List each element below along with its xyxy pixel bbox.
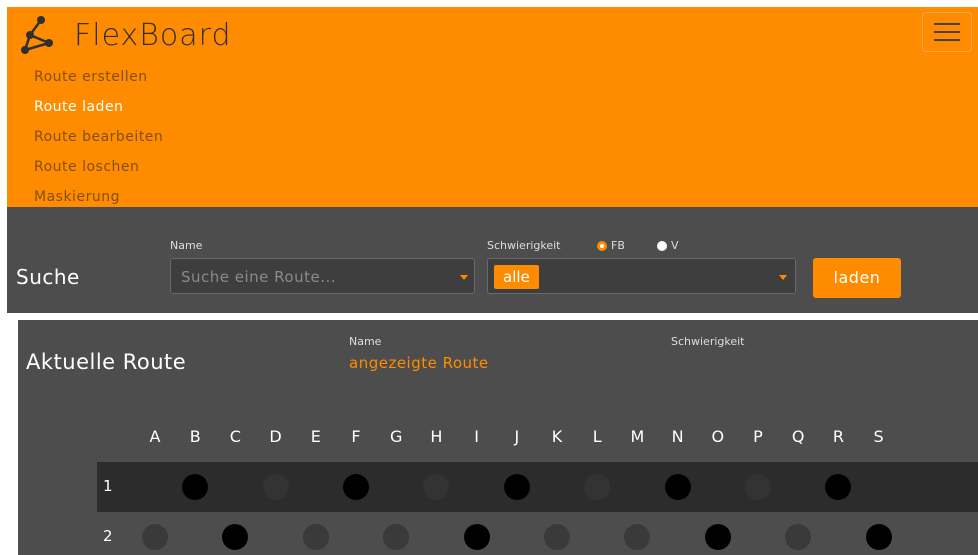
- route-name-value: angezeigte Route: [349, 354, 489, 372]
- board-column-label: P: [753, 427, 763, 446]
- board-column-label: Q: [791, 427, 805, 446]
- current-route-panel: Aktuelle Route Name angezeigte Route Sch…: [18, 320, 978, 555]
- route-name-placeholder: Suche eine Route...: [181, 268, 337, 286]
- climbing-hold[interactable]: [262, 474, 289, 500]
- climbing-hold[interactable]: [745, 474, 771, 500]
- route-difficulty-label: Schwierigkeit: [671, 335, 745, 348]
- board-column-label: H: [430, 427, 443, 446]
- climbing-hold[interactable]: [182, 474, 209, 500]
- climbing-hold[interactable]: [544, 524, 570, 550]
- board-column-label: O: [711, 427, 725, 446]
- board-column-label: R: [832, 427, 844, 446]
- climbing-hold[interactable]: [624, 524, 651, 550]
- search-panel: Suche Name Suche eine Route... Schwierig…: [7, 207, 978, 313]
- nav-menu: Route erstellen Route laden Route bearbeit…: [34, 67, 163, 217]
- route-name-label: Name: [349, 335, 382, 348]
- difficulty-radio-v[interactable]: [657, 241, 667, 251]
- climbing-hold[interactable]: [584, 474, 611, 500]
- climbing-hold[interactable]: [222, 524, 249, 550]
- board-column-label: M: [630, 427, 645, 446]
- difficulty-option-fb-label: FB: [611, 239, 625, 252]
- board-row-label: 2: [103, 527, 113, 545]
- difficulty-select[interactable]: alle: [487, 258, 796, 294]
- board-column-label: I: [474, 427, 479, 446]
- climbing-hold[interactable]: [423, 474, 450, 500]
- brand-name: FlexBoard: [74, 17, 232, 53]
- hamburger-icon-bar: [934, 39, 960, 41]
- climbing-hold[interactable]: [865, 524, 892, 550]
- board-column-label: B: [189, 427, 201, 446]
- board-row: 2: [97, 512, 978, 555]
- board-column-label: K: [551, 427, 563, 446]
- search-title: Suche: [16, 265, 80, 289]
- climbing-hold[interactable]: [503, 474, 530, 500]
- current-route-title: Aktuelle Route: [26, 350, 187, 374]
- nav-item[interactable]: Route bearbeiten: [34, 127, 163, 157]
- brand[interactable]: FlexBoard: [19, 15, 232, 55]
- climbing-hold[interactable]: [825, 474, 852, 500]
- difficulty-option-v-label: V: [671, 239, 679, 252]
- nav-item[interactable]: Route erstellen: [34, 67, 163, 97]
- navbar: FlexBoard Route erstellen Route laden Rout…: [7, 7, 978, 207]
- climbing-hold[interactable]: [302, 524, 329, 550]
- board-column-label: J: [514, 427, 520, 446]
- climbing-hold[interactable]: [142, 524, 168, 550]
- board-column-label: N: [671, 427, 684, 446]
- climbing-hold[interactable]: [664, 474, 691, 500]
- board-column-label: L: [592, 427, 602, 446]
- route-graph-logo-icon: [21, 16, 53, 54]
- board-column-label: F: [351, 427, 361, 446]
- climbing-hold[interactable]: [343, 474, 369, 500]
- board-column-label: G: [389, 427, 403, 446]
- board-column-label: D: [269, 427, 282, 446]
- board-row: 1: [97, 462, 978, 512]
- hamburger-icon-bar: [934, 23, 960, 25]
- name-label: Name: [170, 239, 203, 252]
- board-column-label: A: [149, 427, 161, 446]
- nav-item[interactable]: Route loschen: [34, 157, 163, 187]
- climbing-hold[interactable]: [383, 524, 410, 550]
- hamburger-icon-bar: [934, 31, 960, 33]
- route-name-select[interactable]: Suche eine Route...: [170, 258, 475, 294]
- difficulty-chip[interactable]: alle: [494, 265, 539, 289]
- difficulty-radio-fb[interactable]: [597, 241, 607, 251]
- board-column-label: C: [229, 427, 241, 446]
- climbing-hold[interactable]: [785, 524, 812, 550]
- load-button[interactable]: laden: [813, 258, 901, 298]
- menu-toggle-button[interactable]: [922, 12, 972, 52]
- climbing-hold[interactable]: [704, 524, 731, 550]
- difficulty-label: Schwierigkeit: [487, 239, 561, 252]
- chevron-down-icon: [779, 275, 787, 280]
- chevron-down-icon: [460, 275, 468, 280]
- board-column-label: E: [310, 427, 321, 446]
- board-row-label: 1: [103, 477, 113, 495]
- board-column-label: S: [873, 427, 884, 446]
- climbing-hold[interactable]: [463, 524, 490, 550]
- nav-item[interactable]: Route laden: [34, 97, 163, 127]
